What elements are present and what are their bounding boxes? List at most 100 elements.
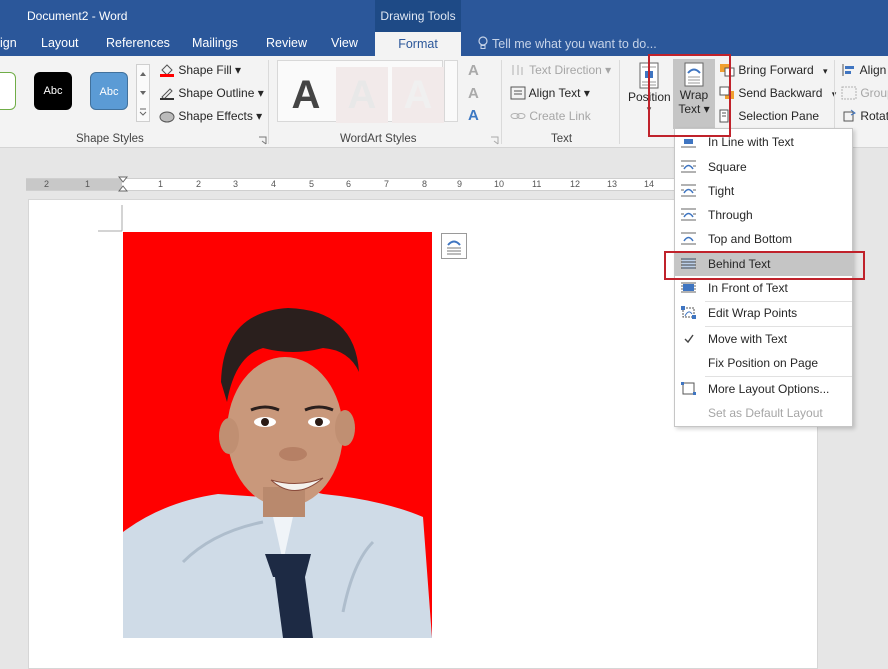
- margin-corner-marker: [98, 205, 123, 232]
- tab-layout[interactable]: Layout: [41, 36, 79, 50]
- ruler-mark: 9: [457, 179, 463, 189]
- in-front-text-icon: [681, 282, 696, 293]
- through-wrap-icon: [681, 208, 696, 221]
- link-icon: [510, 113, 526, 119]
- window-title: Document2 - Word: [27, 9, 128, 23]
- shape-styles-gallery-scroll[interactable]: [136, 64, 150, 122]
- shape-style-swatch-3[interactable]: Abc: [90, 72, 128, 110]
- wordart-gallery-scroll[interactable]: [444, 60, 458, 122]
- drawing-tools-label: Drawing Tools: [375, 0, 461, 32]
- align-text-button[interactable]: Align Text ▾: [510, 86, 590, 100]
- ruler-mark: 4: [271, 179, 277, 189]
- shape-outline-button[interactable]: Shape Outline ▾: [159, 86, 264, 100]
- create-link-button[interactable]: Create Link: [510, 109, 591, 123]
- wordart-style-2[interactable]: A: [336, 67, 388, 123]
- tab-view[interactable]: View: [331, 36, 358, 50]
- menu-item-top-and-bottom[interactable]: Top and Bottom: [675, 227, 852, 251]
- wordart-gallery[interactable]: A A A: [277, 60, 444, 123]
- annotation-highlight-behind-text: [664, 251, 865, 280]
- tab-review[interactable]: Review: [266, 36, 307, 50]
- tab-format[interactable]: Format: [375, 32, 461, 56]
- dialog-launcher-icon[interactable]: [258, 136, 267, 145]
- dialog-launcher-icon[interactable]: [490, 136, 499, 145]
- ruler-mark: 8: [422, 179, 428, 189]
- edit-wrap-points-icon: [681, 306, 696, 319]
- chevron-up-icon: [140, 72, 146, 76]
- text-group-label: Text: [551, 133, 573, 145]
- shape-effects-button[interactable]: Shape Effects ▾: [159, 109, 262, 123]
- ruler-mark: 5: [309, 179, 315, 189]
- menu-item-square[interactable]: Square: [675, 155, 852, 179]
- ruler-mark: 1: [85, 179, 91, 189]
- menu-item-fix-position-on-page[interactable]: Fix Position on Page: [675, 351, 852, 375]
- shape-fill-button[interactable]: Shape Fill ▾: [159, 63, 241, 77]
- ruler-mark: 3: [233, 179, 239, 189]
- text-fill-button[interactable]: A: [468, 62, 479, 79]
- shape-styles-group-label: Shape Styles: [76, 133, 144, 145]
- group-label: Group: [860, 86, 888, 100]
- text-direction-button[interactable]: Text Direction ▾: [510, 63, 611, 77]
- create-link-label: Create Link: [529, 109, 591, 123]
- more-icon: [139, 108, 147, 116]
- selection-pane-button[interactable]: Selection Pane: [719, 109, 819, 123]
- shape-style-swatch-1[interactable]: c: [0, 72, 16, 110]
- wordart-style-1[interactable]: A: [280, 67, 332, 123]
- menu-item-through[interactable]: Through: [675, 203, 852, 227]
- menu-item-edit-wrap-points[interactable]: Edit Wrap Points: [675, 301, 852, 325]
- menu-item-tight[interactable]: Tight: [675, 179, 852, 203]
- wordart-style-3[interactable]: A: [392, 67, 444, 123]
- indent-marker-icon[interactable]: [118, 176, 128, 194]
- menu-item-set-as-default-layout: Set as Default Layout: [708, 406, 823, 420]
- rotate-label: Rotat: [860, 109, 888, 123]
- selection-pane-label: Selection Pane: [738, 109, 820, 123]
- pen-icon: [160, 88, 174, 100]
- text-direction-label: Text Direction: [529, 63, 602, 77]
- wrap-text-icon: [447, 240, 461, 255]
- annotation-highlight-wrap-text: [648, 54, 731, 137]
- text-outline-button[interactable]: A: [468, 85, 479, 102]
- shape-fill-label: Shape Fill: [178, 63, 232, 77]
- align-text-label: Align Text: [528, 86, 581, 100]
- rotate-icon: [843, 109, 856, 122]
- chevron-down-icon: [140, 91, 146, 95]
- ruler-mark: 7: [384, 179, 390, 189]
- tight-wrap-icon: [681, 184, 696, 197]
- send-backward-label: Send Backward: [738, 86, 823, 100]
- shape-effects-label: Shape Effects: [178, 109, 253, 123]
- rotate-button[interactable]: Rotat: [841, 109, 888, 123]
- menu-item-more-layout-options[interactable]: More Layout Options...: [675, 377, 852, 401]
- align-button[interactable]: Align: [841, 63, 886, 77]
- layout-options-icon: [681, 382, 696, 395]
- photo-image[interactable]: [123, 232, 432, 638]
- tab-mailings[interactable]: Mailings: [192, 36, 238, 50]
- group-icon: [841, 86, 857, 100]
- layout-options-button[interactable]: [441, 233, 467, 259]
- horizontal-ruler[interactable]: 2 1 1 2 3 4 5 6 7 8 9 10 11 12 13 14: [26, 176, 688, 194]
- align-objects-icon: [842, 64, 854, 76]
- lightbulb-icon: [478, 36, 488, 49]
- group-button[interactable]: Group: [841, 86, 888, 100]
- tab-design[interactable]: ign: [0, 36, 17, 50]
- shape-style-swatch-2[interactable]: Abc: [34, 72, 72, 110]
- tell-me-box[interactable]: Tell me what you want to do...: [477, 36, 657, 51]
- ruler-mark: 14: [644, 179, 655, 189]
- bring-forward-button[interactable]: Bring Forward ▾: [719, 63, 828, 77]
- ruler-mark: 13: [607, 179, 618, 189]
- menu-item-move-with-text[interactable]: Move with Text: [675, 327, 852, 351]
- ruler-mark: 2: [44, 179, 50, 189]
- ruler-mark: 12: [570, 179, 581, 189]
- align-label: Align: [859, 63, 887, 77]
- ruler-mark: 2: [196, 179, 202, 189]
- tab-references[interactable]: References: [106, 36, 170, 50]
- wordart-styles-group-label: WordArt Styles: [340, 133, 417, 145]
- tell-me-placeholder: Tell me what you want to do...: [492, 37, 657, 51]
- send-backward-button[interactable]: Send Backward ▾: [719, 86, 836, 100]
- text-effects-button[interactable]: A: [468, 107, 479, 124]
- text-direction-icon: [512, 65, 523, 75]
- effects-icon: [159, 111, 175, 123]
- ruler-mark: 6: [346, 179, 352, 189]
- ruler-margin: [26, 179, 122, 190]
- ruler-mark: 11: [532, 179, 542, 189]
- top-bottom-wrap-icon: [681, 232, 696, 245]
- paint-bucket-icon: [160, 64, 174, 77]
